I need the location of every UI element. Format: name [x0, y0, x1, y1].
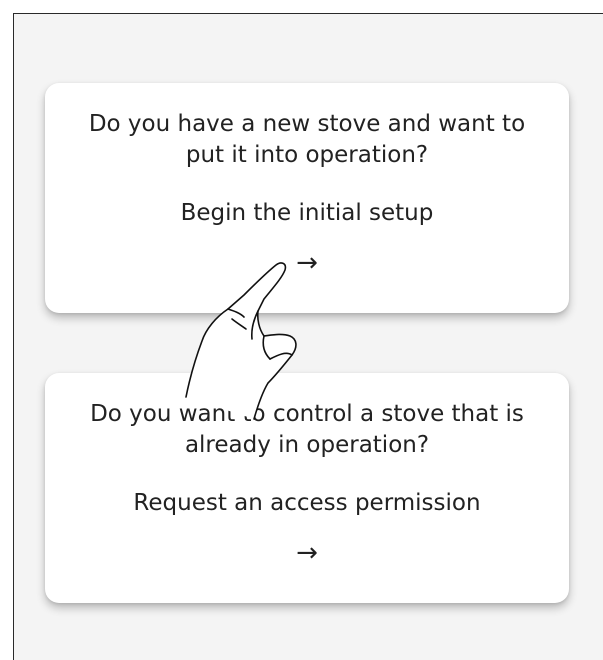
arrow-right-icon[interactable]: → — [296, 249, 318, 277]
initial-setup-card[interactable]: Do you have a new stove and want to put … — [45, 83, 569, 313]
arrow-right-icon[interactable]: → — [296, 539, 318, 567]
access-permission-label: Request an access permission — [133, 490, 481, 516]
existing-stove-question: Do you want to control a stove that is a… — [90, 401, 524, 458]
access-permission-card[interactable]: Do you want to control a stove that is a… — [45, 373, 569, 603]
initial-setup-label: Begin the initial setup — [180, 200, 434, 226]
onboarding-screen: Do you have a new stove and want to put … — [13, 13, 603, 660]
new-stove-question: Do you have a new stove and want to put … — [88, 111, 526, 168]
